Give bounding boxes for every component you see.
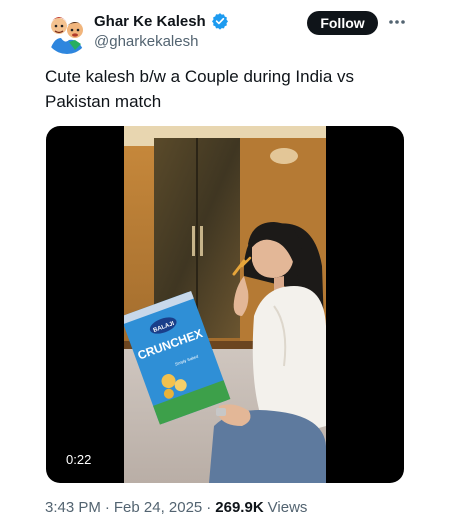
avatar[interactable]: [45, 10, 89, 54]
author-name-row[interactable]: Ghar Ke Kalesh: [94, 12, 229, 30]
author-handle[interactable]: @gharkekalesh: [94, 33, 198, 50]
follow-button[interactable]: Follow: [307, 11, 378, 35]
views-label: Views: [267, 499, 308, 516]
tweet-meta: 3:43 PM · Feb 24, 2025 · 269.9K Views: [45, 499, 307, 516]
meta-separator: ·: [104, 499, 110, 516]
verified-badge-icon: [211, 12, 229, 30]
video-thumbnail[interactable]: BALAJI CRUNCHEX Simply Salted: [124, 126, 326, 483]
more-horizontal-icon[interactable]: [386, 11, 408, 33]
video-duration: 0:22: [60, 450, 98, 470]
meta-separator: ·: [206, 499, 212, 516]
tweet-time[interactable]: 3:43 PM: [45, 499, 101, 516]
cartoon-avatar-icon: [45, 10, 89, 54]
author-name[interactable]: Ghar Ke Kalesh: [94, 13, 206, 30]
tweet-date[interactable]: Feb 24, 2025: [114, 499, 202, 516]
video-scene: BALAJI CRUNCHEX Simply Salted: [124, 126, 326, 483]
video-player[interactable]: BALAJI CRUNCHEX Simply Salted 0:22: [46, 126, 404, 483]
tweet-text: Cute kalesh b/w a Couple during India vs…: [45, 67, 355, 111]
tweet-header: Ghar Ke Kalesh @gharkekalesh Follow: [0, 0, 450, 60]
views-count[interactable]: 269.9K: [215, 499, 263, 516]
